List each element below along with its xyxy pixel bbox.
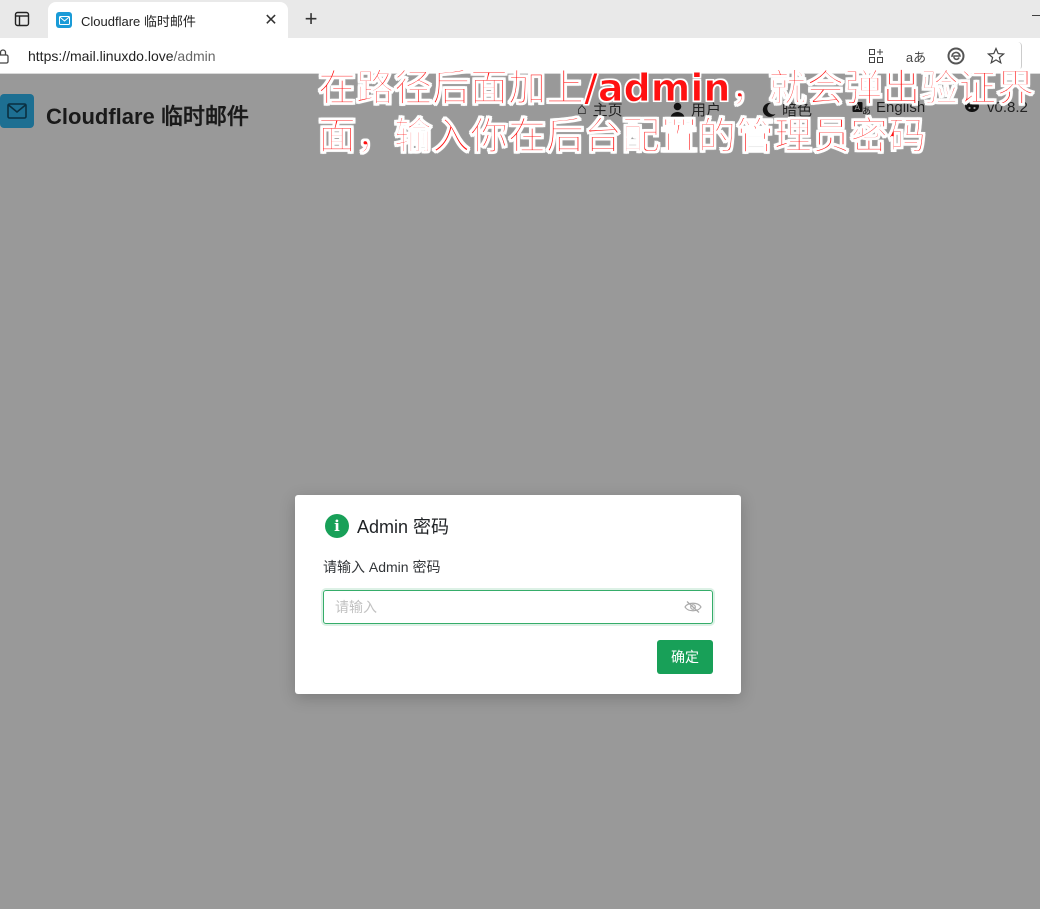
dialog-message: 请输入 Admin 密码 xyxy=(323,559,441,575)
tab-title: Cloudflare 临时邮件 xyxy=(81,13,196,29)
annotation-line-2: 面，输入你在后台配置的管理员密码 xyxy=(318,114,927,159)
eye-off-icon[interactable] xyxy=(684,600,702,614)
annotation-line-1: 在路径后面加上/admin，就会弹出验证界 xyxy=(318,66,1035,111)
browser-tab-strip: Cloudflare 临时邮件 ✕ + — xyxy=(0,0,1040,38)
dialog-header: i Admin 密码 xyxy=(325,513,449,539)
mail-logo-icon xyxy=(0,94,34,128)
url-path: /admin xyxy=(173,48,216,64)
info-icon: i xyxy=(325,514,349,538)
browser-tab[interactable]: Cloudflare 临时邮件 ✕ xyxy=(48,2,288,38)
annotation-text: 在路径后面加上/admin，就会弹出验证界 面，输入你在后台配置的管理员密码 xyxy=(318,64,1038,160)
close-tab-icon[interactable]: ✕ xyxy=(262,11,280,29)
lock-icon[interactable] xyxy=(0,48,10,64)
url-text[interactable]: https://mail.linuxdo.love/admin xyxy=(28,48,216,64)
app-title: Cloudflare 临时邮件 xyxy=(46,104,249,129)
password-field[interactable] xyxy=(323,590,713,624)
minimize-icon[interactable]: — xyxy=(1032,6,1040,26)
mail-favicon-icon xyxy=(56,12,72,28)
password-input[interactable] xyxy=(335,599,665,615)
dialog-title: Admin 密码 xyxy=(357,517,450,537)
tab-actions-icon[interactable] xyxy=(8,6,36,32)
url-host: https://mail.linuxdo.love xyxy=(28,48,174,64)
admin-password-dialog: i Admin 密码 请输入 Admin 密码 确定 xyxy=(295,495,741,694)
confirm-button[interactable]: 确定 xyxy=(657,640,713,674)
new-tab-icon[interactable]: + xyxy=(298,6,324,32)
